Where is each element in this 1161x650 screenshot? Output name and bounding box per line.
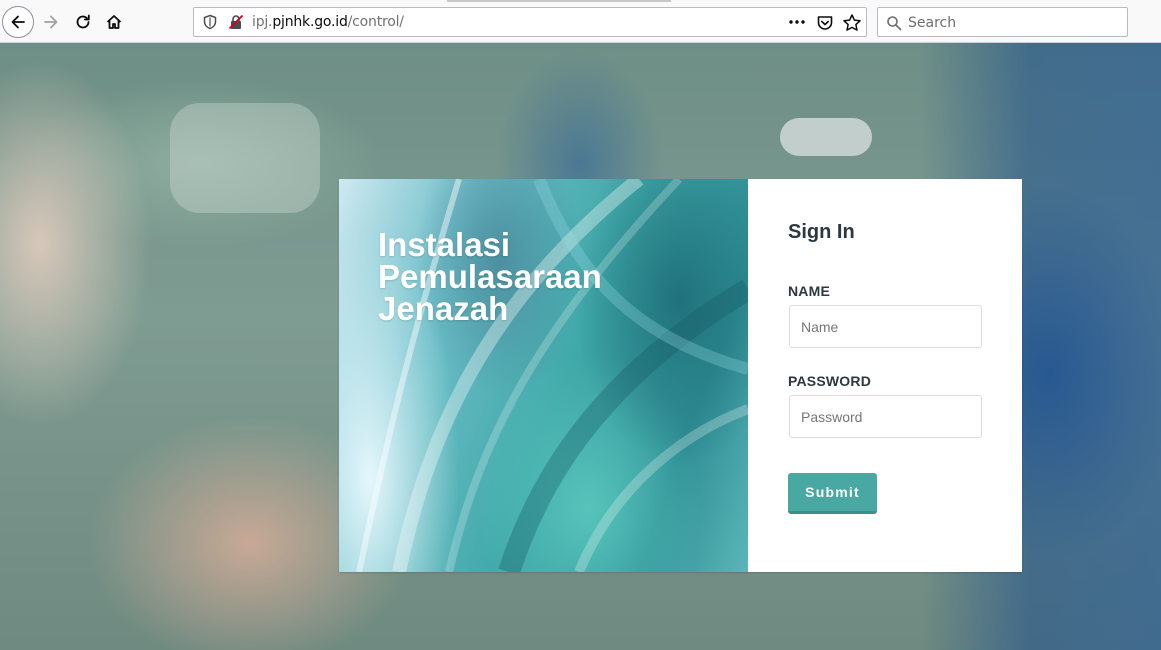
forward-button[interactable] <box>36 7 66 37</box>
more-icon[interactable] <box>787 13 807 31</box>
back-arrow-icon <box>11 15 25 29</box>
url-text[interactable]: ipj.pjnhk.go.id/control/ <box>252 14 404 30</box>
sign-in-heading: Sign In <box>788 221 855 243</box>
pocket-icon[interactable] <box>816 14 834 32</box>
back-button[interactable] <box>2 6 34 38</box>
name-label: NAME <box>788 283 831 299</box>
password-input[interactable] <box>789 395 982 438</box>
url-bar[interactable]: ipj.pjnhk.go.id/control/ <box>193 7 867 37</box>
browser-toolbar: ipj.pjnhk.go.id/control/ Search <box>0 0 1161 43</box>
hero-panel: Instalasi Pemulasaraan Jenazah <box>339 179 748 572</box>
login-card: Instalasi Pemulasaraan Jenazah Sign In N… <box>339 179 1022 572</box>
sign-in-form: Sign In NAME PASSWORD Submit <box>748 179 1022 572</box>
reload-button[interactable] <box>68 7 98 37</box>
tab-strip-edge <box>447 0 671 2</box>
url-domain: pjnhk.go.id <box>272 14 348 30</box>
reload-icon <box>76 14 90 29</box>
hero-title: Instalasi Pemulasaraan Jenazah <box>378 226 602 327</box>
insecure-lock-icon[interactable] <box>228 14 244 30</box>
forward-arrow-icon <box>44 15 58 29</box>
url-prefix: ipj. <box>252 14 273 30</box>
bookmark-star-icon[interactable] <box>842 13 862 33</box>
tracking-shield-icon[interactable] <box>202 14 218 30</box>
password-label: PASSWORD <box>788 373 872 389</box>
background-photo-highlight <box>780 118 872 156</box>
search-icon <box>887 16 902 31</box>
url-path: /control/ <box>347 14 404 30</box>
background-photo-shape <box>170 103 320 213</box>
search-placeholder[interactable]: Search <box>908 15 956 31</box>
home-button[interactable] <box>99 7 129 37</box>
home-icon <box>106 15 122 29</box>
page-viewport: Instalasi Pemulasaraan Jenazah Sign In N… <box>0 43 1161 650</box>
submit-button[interactable]: Submit <box>788 473 877 514</box>
search-bar[interactable]: Search <box>877 7 1128 37</box>
name-input[interactable] <box>789 305 982 348</box>
